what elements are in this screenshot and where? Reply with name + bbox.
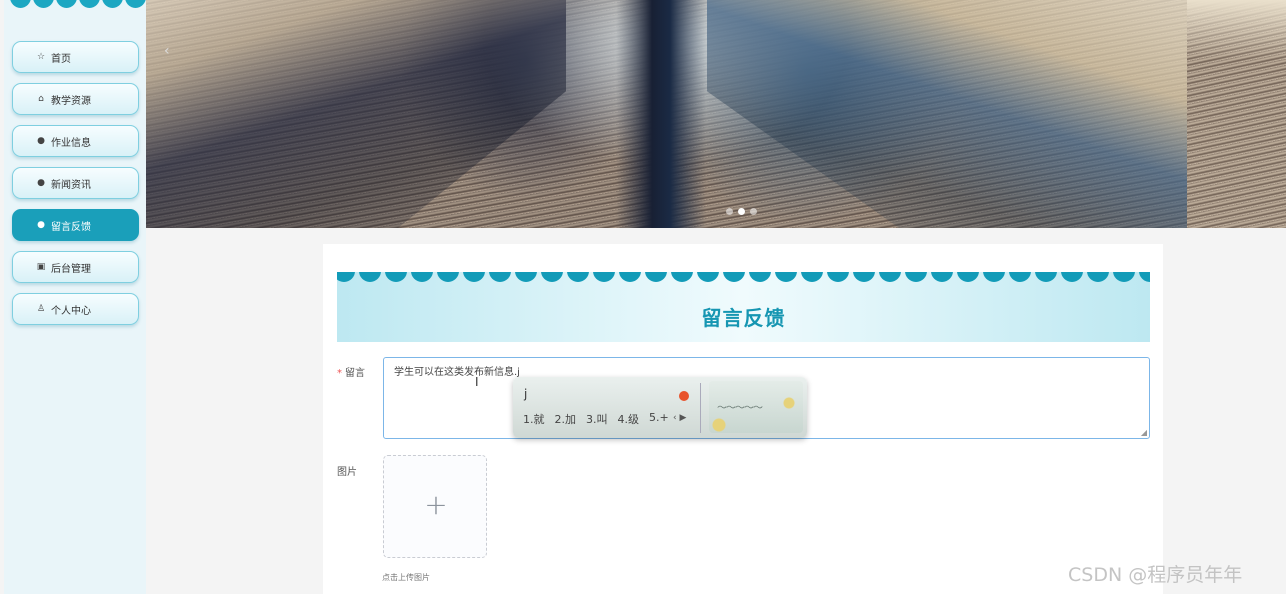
ime-candidate[interactable]: 3.叫 <box>586 411 608 427</box>
plus-icon: + <box>424 488 448 521</box>
title-scallop-decoration <box>337 272 1150 282</box>
title-banner: 留言反馈 <box>337 272 1150 342</box>
feedback-form-card: 留言反馈 * 留言 学生可以在这类发布新信息.j ◢ I j 1.就 2.加 3.… <box>323 244 1163 594</box>
sidebar-item-label: 留言反馈 <box>51 221 91 233</box>
sidebar-item-teaching-resources[interactable]: ⌂ 教学资源 <box>12 83 139 115</box>
ime-page-arrows-icon[interactable]: ‹ ▶ <box>673 413 686 423</box>
carousel-dot[interactable] <box>750 208 757 215</box>
message-field-label: * 留言 <box>337 368 365 379</box>
carousel-prev-arrow-icon[interactable]: ‹ <box>164 43 170 59</box>
page-background <box>1163 228 1286 594</box>
ime-candidate[interactable]: 2.加 <box>555 411 577 427</box>
sidebar-item-news[interactable]: ● 新闻资讯 <box>12 167 139 199</box>
banner-carousel: ‹ <box>146 0 1187 228</box>
banner-image-spine <box>616 0 706 228</box>
ime-candidate[interactable]: 1.就 <box>523 411 545 427</box>
sidebar-item-label: 教学资源 <box>51 95 91 107</box>
banner-image-right-page <box>707 0 1187 228</box>
star-icon: ☆ <box>36 52 46 62</box>
message-text: 学生可以在这类发布新信息.j <box>394 367 520 378</box>
carousel-indicators <box>726 208 757 215</box>
sidebar-item-label: 个人中心 <box>51 305 91 317</box>
sidebar-scallop-decoration <box>4 0 146 8</box>
sidebar-item-label: 新闻资讯 <box>51 179 91 191</box>
info-circle-icon: ● <box>37 136 45 146</box>
sidebar-item-admin[interactable]: ▣ 后台管理 <box>12 251 139 283</box>
sidebar-item-label: 后台管理 <box>51 263 91 275</box>
required-asterisk: * <box>337 368 342 379</box>
text-cursor-icon: I <box>475 375 479 389</box>
info-circle-icon: ● <box>37 220 45 230</box>
page-title: 留言反馈 <box>701 306 786 330</box>
ime-candidate-window: j 1.就 2.加 3.叫 4.级 5.+ ‹ ▶ <box>513 377 807 438</box>
sidebar-item-profile[interactable]: ♙ 个人中心 <box>12 293 139 325</box>
sidebar-item-homework[interactable]: ● 作业信息 <box>12 125 139 157</box>
watermark: CSDN @程序员年年 <box>1068 564 1243 586</box>
resize-handle-icon[interactable]: ◢ <box>1141 428 1147 437</box>
sidebar-item-label: 作业信息 <box>51 137 91 149</box>
sidebar-item-label: 首页 <box>51 53 71 65</box>
carousel-dot-active[interactable] <box>738 208 745 215</box>
sidebar-item-home[interactable]: ☆ 首页 <box>12 41 139 73</box>
carousel-dot[interactable] <box>726 208 733 215</box>
ime-logo-icon <box>679 391 689 401</box>
page-root: ☆ 首页 ⌂ 教学资源 ● 作业信息 ● 新闻资讯 ● 留言反馈 ▣ 后台管理 <box>0 0 1286 594</box>
ime-candidate[interactable]: 4.级 <box>618 411 640 427</box>
sidebar: ☆ 首页 ⌂ 教学资源 ● 作业信息 ● 新闻资讯 ● 留言反馈 ▣ 后台管理 <box>4 0 146 594</box>
ime-candidate-list: 1.就 2.加 3.叫 4.级 5.+ <box>523 411 669 427</box>
user-icon: ♙ <box>36 304 46 314</box>
sidebar-item-feedback[interactable]: ● 留言反馈 <box>12 209 139 241</box>
calendar-icon: ▣ <box>36 262 46 272</box>
ime-skin-decoration <box>709 381 803 433</box>
question-circle-icon: ● <box>37 178 45 188</box>
image-field-label: 图片 <box>337 467 357 478</box>
home-icon: ⌂ <box>38 94 44 104</box>
upload-hint-text: 点击上传图片 <box>382 573 430 582</box>
ime-divider <box>700 383 701 433</box>
image-upload-box[interactable]: + <box>383 455 487 558</box>
ime-composition-text: j <box>524 387 528 401</box>
ime-candidate[interactable]: 5.+ <box>649 411 669 427</box>
banner-image-left-page <box>146 0 566 228</box>
banner-next-slide-preview <box>1187 0 1286 228</box>
sidebar-nav: ☆ 首页 ⌂ 教学资源 ● 作业信息 ● 新闻资讯 ● 留言反馈 ▣ 后台管理 <box>12 41 139 335</box>
